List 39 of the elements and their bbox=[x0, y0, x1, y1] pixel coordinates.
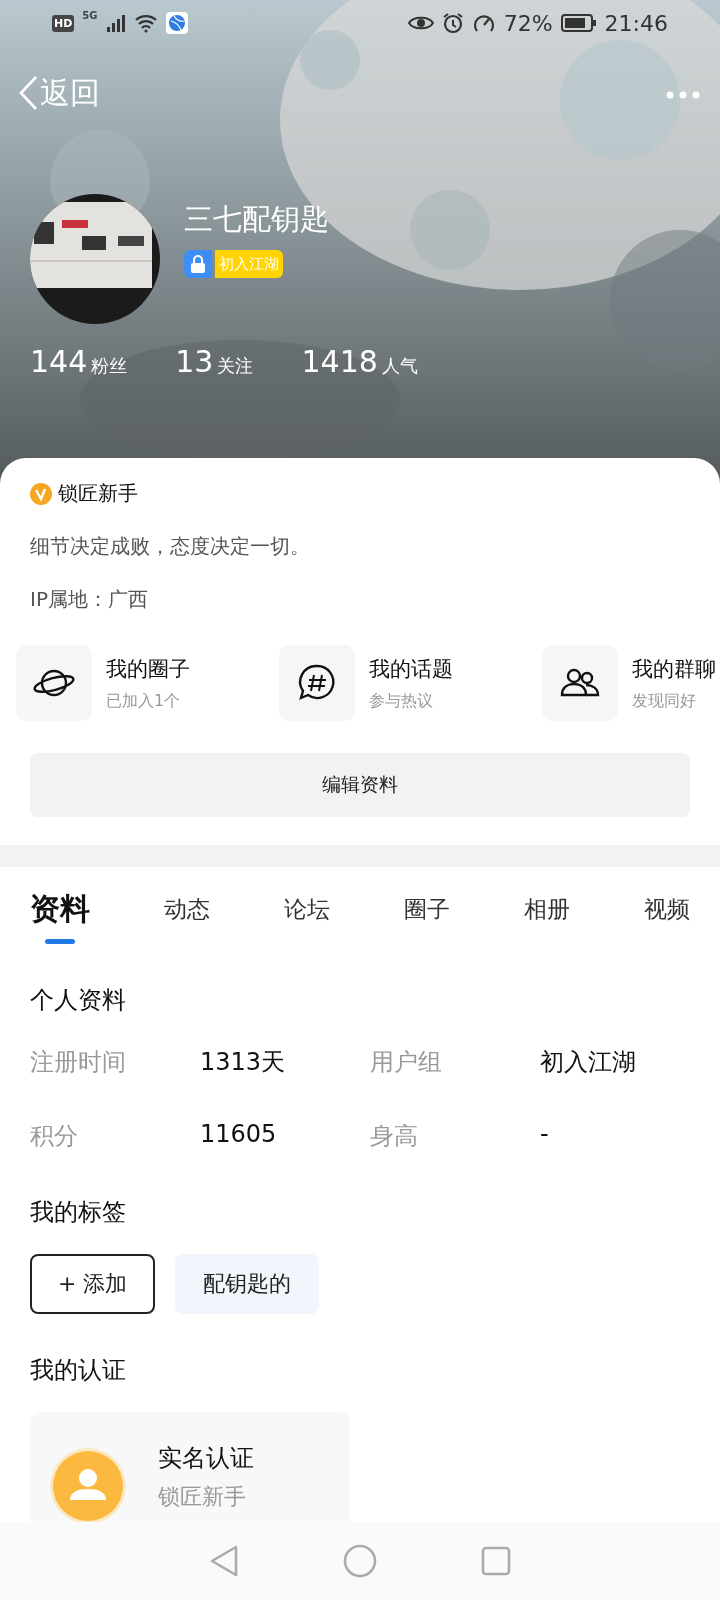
edit-profile-button[interactable]: 编辑资料 bbox=[30, 753, 690, 817]
motto-text: 细节决定成败，态度决定一切。 bbox=[29, 533, 311, 560]
shortcut-icon-tile[interactable] bbox=[16, 645, 92, 721]
tab[interactable]: 视频 bbox=[644, 889, 690, 950]
ip-location: IP属地：广西 bbox=[29, 586, 149, 613]
shortcut-title[interactable]: 我的圈子 bbox=[106, 654, 190, 683]
section-title: 个人资料 bbox=[29, 985, 127, 1016]
field-value: 初入江湖 bbox=[540, 1047, 637, 1078]
certification-subtitle: 锁匠新手 bbox=[158, 1483, 247, 1511]
add-tag-button[interactable]: + 添加 bbox=[30, 1254, 156, 1314]
recents-nav-button[interactable] bbox=[481, 1546, 511, 1576]
back-nav-button[interactable] bbox=[209, 1544, 239, 1578]
home-nav-button[interactable] bbox=[343, 1544, 377, 1578]
certification-card[interactable]: 实名认证 锁匠新手 bbox=[30, 1412, 350, 1522]
shortcut-subtitle: 已加入1个 bbox=[106, 690, 182, 712]
field-label: 注册时间 bbox=[30, 1047, 127, 1078]
user-title: 锁匠新手 bbox=[58, 480, 138, 507]
tab[interactable]: 相册 bbox=[524, 889, 570, 950]
tab[interactable]: 动态 bbox=[164, 889, 210, 950]
shortcut-subtitle: 发现同好 bbox=[632, 690, 697, 712]
verified-icon bbox=[30, 482, 52, 505]
shortcut-subtitle: 参与热议 bbox=[369, 690, 434, 712]
tab[interactable]: 资料 bbox=[30, 889, 90, 950]
section-title: 我的认证 bbox=[29, 1355, 127, 1386]
field-value: - bbox=[540, 1120, 550, 1150]
section-title: 我的标签 bbox=[29, 1197, 127, 1228]
field-label: 积分 bbox=[30, 1121, 79, 1152]
field-label: 身高 bbox=[370, 1121, 419, 1152]
field-label: 用户组 bbox=[370, 1047, 443, 1078]
tab[interactable]: 论坛 bbox=[284, 889, 330, 950]
shortcut-icon-tile[interactable] bbox=[279, 645, 355, 721]
field-value: 1313天 bbox=[200, 1047, 287, 1078]
shortcut-icon-tile[interactable] bbox=[542, 645, 618, 721]
field-value: 11605 bbox=[200, 1120, 278, 1150]
certification-title: 实名认证 bbox=[158, 1443, 254, 1474]
shortcut-title[interactable]: 我的话题 bbox=[369, 654, 453, 683]
tab[interactable]: 圈子 bbox=[404, 889, 450, 950]
tag-chip[interactable]: 配钥匙的 bbox=[175, 1254, 320, 1314]
shortcut-title[interactable]: 我的群聊 bbox=[632, 654, 716, 683]
